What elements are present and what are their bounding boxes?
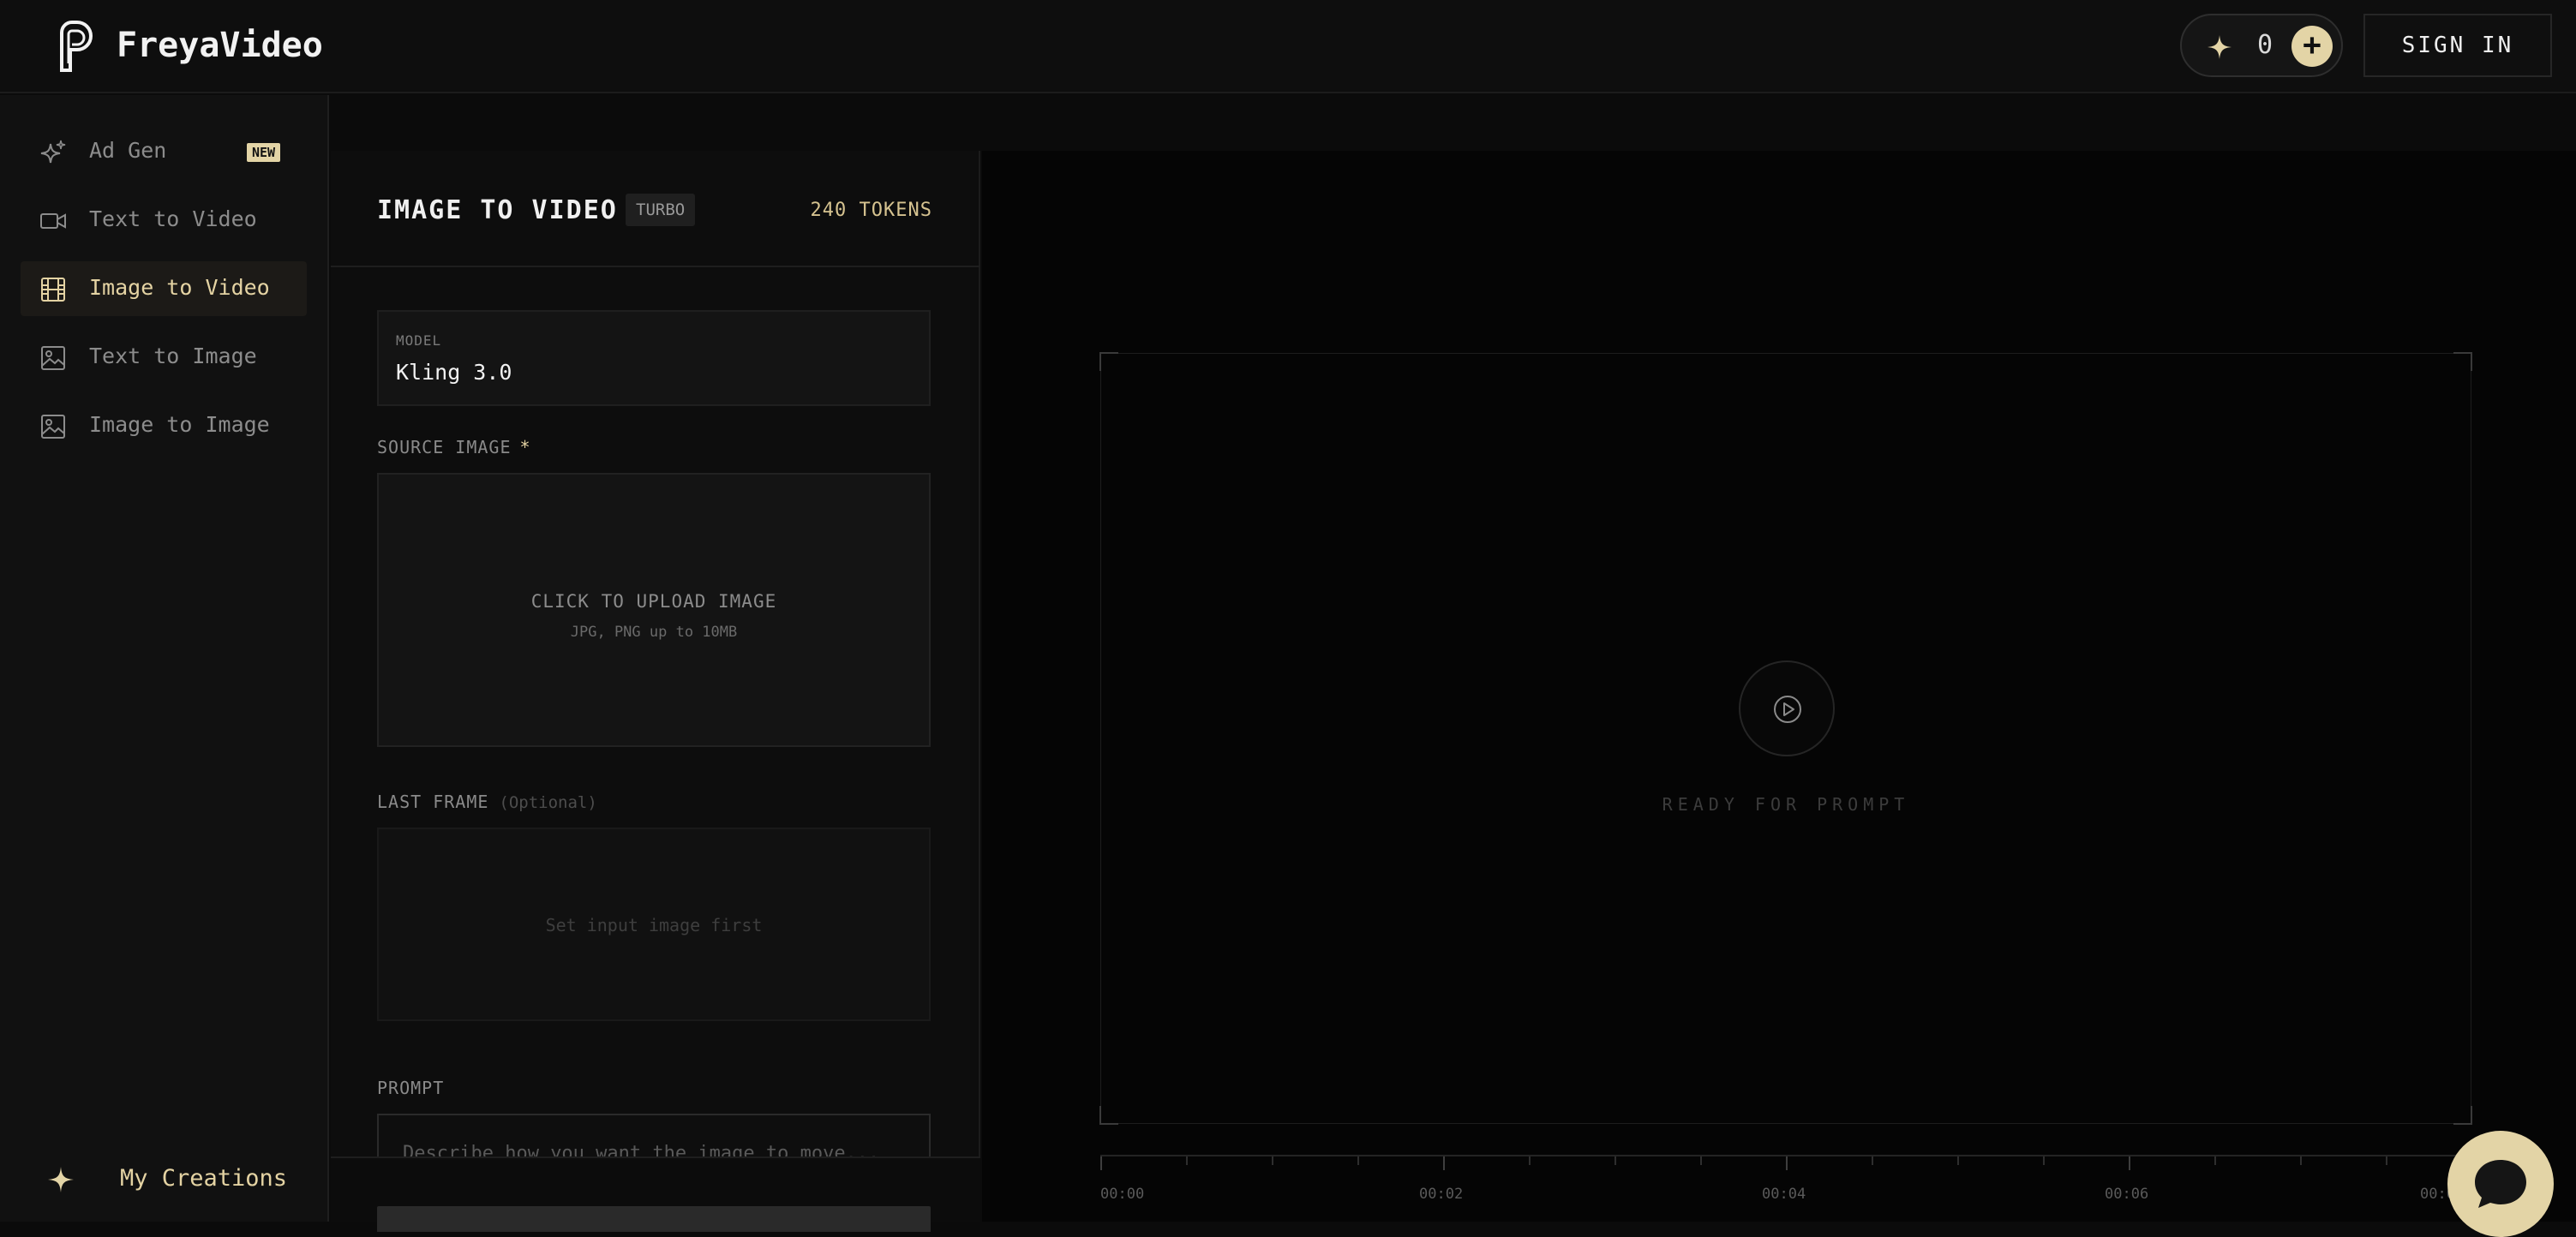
video-preview-area: READY FOR PROMPT 00:00 00:02 00:04 00:06 00:…	[982, 151, 2576, 1222]
sparkle-icon	[48, 1167, 74, 1192]
credits-count: 0	[2257, 30, 2273, 60]
frame-corner	[2453, 1106, 2472, 1125]
timeline-major-tick	[1443, 1156, 1445, 1170]
last-frame-upload: Set input image first	[377, 828, 931, 1021]
frame-corner	[1099, 352, 1118, 371]
timeline-major-tick	[1786, 1156, 1788, 1170]
sidebar-item-label: Text to Video	[89, 206, 257, 231]
timeline-minor-tick	[1700, 1156, 1702, 1165]
sidebar-item-label: Image to Video	[89, 275, 270, 300]
image-icon	[41, 346, 65, 370]
frame-corner	[1099, 1106, 1118, 1125]
source-image-upload[interactable]: CLICK TO UPLOAD IMAGE JPG, PNG up to 10M…	[377, 473, 931, 747]
chat-icon	[2475, 1160, 2526, 1208]
timeline-minor-tick	[1957, 1156, 1959, 1165]
film-icon	[41, 278, 65, 302]
timeline-minor-tick	[1272, 1156, 1273, 1165]
sidebar-item-text-to-image[interactable]: Text to Image	[21, 330, 307, 385]
token-cost: 240 TOKENS	[810, 200, 932, 221]
sidebar-item-ad-gen[interactable]: Ad Gen NEW	[21, 124, 307, 179]
optional-note: (Optional)	[499, 793, 597, 812]
timeline-label: 00:02	[1419, 1186, 1464, 1203]
timeline-minor-tick	[2386, 1156, 2387, 1165]
sidebar: Ad Gen NEW Text to Video Image to Video …	[0, 95, 329, 1222]
timeline-label: 00:04	[1762, 1186, 1806, 1203]
model-selector[interactable]: MODEL Kling 3.0	[377, 310, 931, 406]
new-badge: NEW	[247, 143, 281, 162]
my-creations-link[interactable]: My Creations	[0, 1136, 327, 1222]
timeline-major-tick	[1100, 1156, 1102, 1170]
last-frame-label-text: LAST FRAME	[377, 792, 489, 812]
timeline-minor-tick	[1529, 1156, 1531, 1165]
page-title: IMAGE TO VIDEO	[377, 195, 618, 225]
model-value: Kling 3.0	[396, 360, 512, 385]
generation-form-panel: IMAGE TO VIDEO TURBO 240 TOKENS MODEL Kl…	[331, 151, 980, 1232]
source-image-label-text: SOURCE IMAGE	[377, 437, 512, 457]
frame-corner	[2453, 352, 2472, 371]
generate-button[interactable]	[377, 1206, 931, 1232]
add-credits-button[interactable]: +	[2291, 26, 2333, 67]
timeline-minor-tick	[1357, 1156, 1359, 1165]
brand-name[interactable]: FreyaVideo	[117, 26, 323, 65]
top-header: FreyaVideo 0 + SIGN IN	[0, 0, 2576, 93]
last-frame-disabled-text: Set input image first	[545, 915, 763, 935]
timeline-minor-tick	[2300, 1156, 2302, 1165]
play-button[interactable]	[1739, 660, 1835, 756]
turbo-badge: TURBO	[626, 194, 696, 226]
source-image-label: SOURCE IMAGE *	[377, 437, 531, 457]
panel-footer	[331, 1156, 980, 1232]
status-text: READY FOR PROMPT	[1662, 794, 1910, 815]
credits-pill[interactable]: 0 +	[2180, 14, 2343, 77]
sparkles-icon	[40, 140, 66, 164]
timeline-minor-tick	[2043, 1156, 2045, 1165]
image-icon	[41, 415, 65, 439]
my-creations-label: My Creations	[120, 1165, 288, 1192]
chat-support-button[interactable]	[2447, 1131, 2554, 1237]
timeline-label: 00:00	[1100, 1186, 1145, 1203]
timeline-label: 00:06	[2105, 1186, 2149, 1203]
sidebar-item-image-to-image[interactable]: Image to Image	[21, 398, 307, 453]
timeline-minor-tick	[1186, 1156, 1188, 1165]
sidebar-item-text-to-video[interactable]: Text to Video	[21, 193, 307, 248]
panel-header: IMAGE TO VIDEO TURBO 240 TOKENS	[331, 151, 980, 267]
last-frame-label: LAST FRAME (Optional)	[377, 792, 597, 812]
timeline[interactable]: 00:00 00:02 00:04 00:06 00:08	[1100, 1155, 2471, 1222]
video-camera-icon	[40, 213, 66, 229]
sparkle-icon	[2208, 35, 2232, 59]
video-frame: READY FOR PROMPT	[1099, 352, 2472, 1125]
upload-text: CLICK TO UPLOAD IMAGE	[530, 591, 777, 612]
sidebar-item-label: Ad Gen	[89, 138, 167, 163]
timeline-minor-tick	[1872, 1156, 1873, 1165]
play-icon	[1774, 696, 1801, 723]
timeline-minor-tick	[1614, 1156, 1616, 1165]
sidebar-item-label: Image to Image	[89, 412, 270, 437]
prompt-label: PROMPT	[377, 1078, 445, 1098]
sidebar-item-label: Text to Image	[89, 344, 257, 368]
timeline-major-tick	[2129, 1156, 2130, 1170]
sidebar-item-image-to-video[interactable]: Image to Video	[21, 261, 307, 316]
sign-in-button[interactable]: SIGN IN	[2363, 14, 2552, 77]
freya-logo-icon[interactable]	[57, 21, 96, 72]
model-caption: MODEL	[396, 332, 442, 349]
upload-hint: JPG, PNG up to 10MB	[570, 624, 738, 641]
timeline-minor-tick	[2214, 1156, 2216, 1165]
required-mark: *	[519, 437, 531, 457]
